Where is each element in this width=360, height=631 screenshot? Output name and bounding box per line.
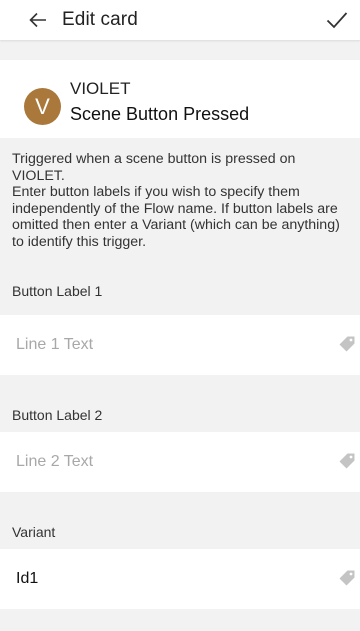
description-line-1: Triggered when a scene button is pressed…	[12, 151, 296, 184]
variant-input[interactable]	[16, 570, 306, 588]
tag-icon	[339, 570, 355, 586]
top-spacer	[0, 40, 360, 60]
button-label-1-label: Button Label 1	[12, 283, 103, 299]
back-button[interactable]	[18, 0, 58, 40]
app-bar: Edit card	[0, 0, 360, 40]
variant-label: Variant	[12, 524, 56, 540]
button-label-2-input[interactable]	[16, 453, 306, 471]
bottom-spacer	[0, 609, 360, 621]
button-label-2-row	[0, 432, 360, 492]
trigger-name: Scene Button Pressed	[70, 104, 250, 124]
trigger-card-header: V VIOLET Scene Button Pressed	[0, 60, 360, 138]
arrow-left-icon	[29, 12, 46, 28]
tag-icon	[339, 453, 355, 469]
button-label-1-input[interactable]	[16, 336, 306, 354]
page-title: Edit card	[62, 9, 138, 30]
device-name: VIOLET	[70, 79, 131, 98]
card-heading: VIOLET Scene Button Pressed	[70, 79, 249, 125]
check-icon	[326, 12, 348, 29]
variant-row	[0, 549, 360, 609]
button-label-2-label: Button Label 2	[12, 407, 103, 423]
device-avatar: V	[24, 88, 61, 125]
button-label-1-row	[0, 315, 360, 375]
save-button[interactable]	[320, 4, 354, 36]
description-line-2: Enter button labels if you wish to speci…	[12, 184, 340, 250]
tag-icon	[339, 336, 355, 352]
trigger-description: Triggered when a scene button is pressed…	[0, 138, 360, 296]
